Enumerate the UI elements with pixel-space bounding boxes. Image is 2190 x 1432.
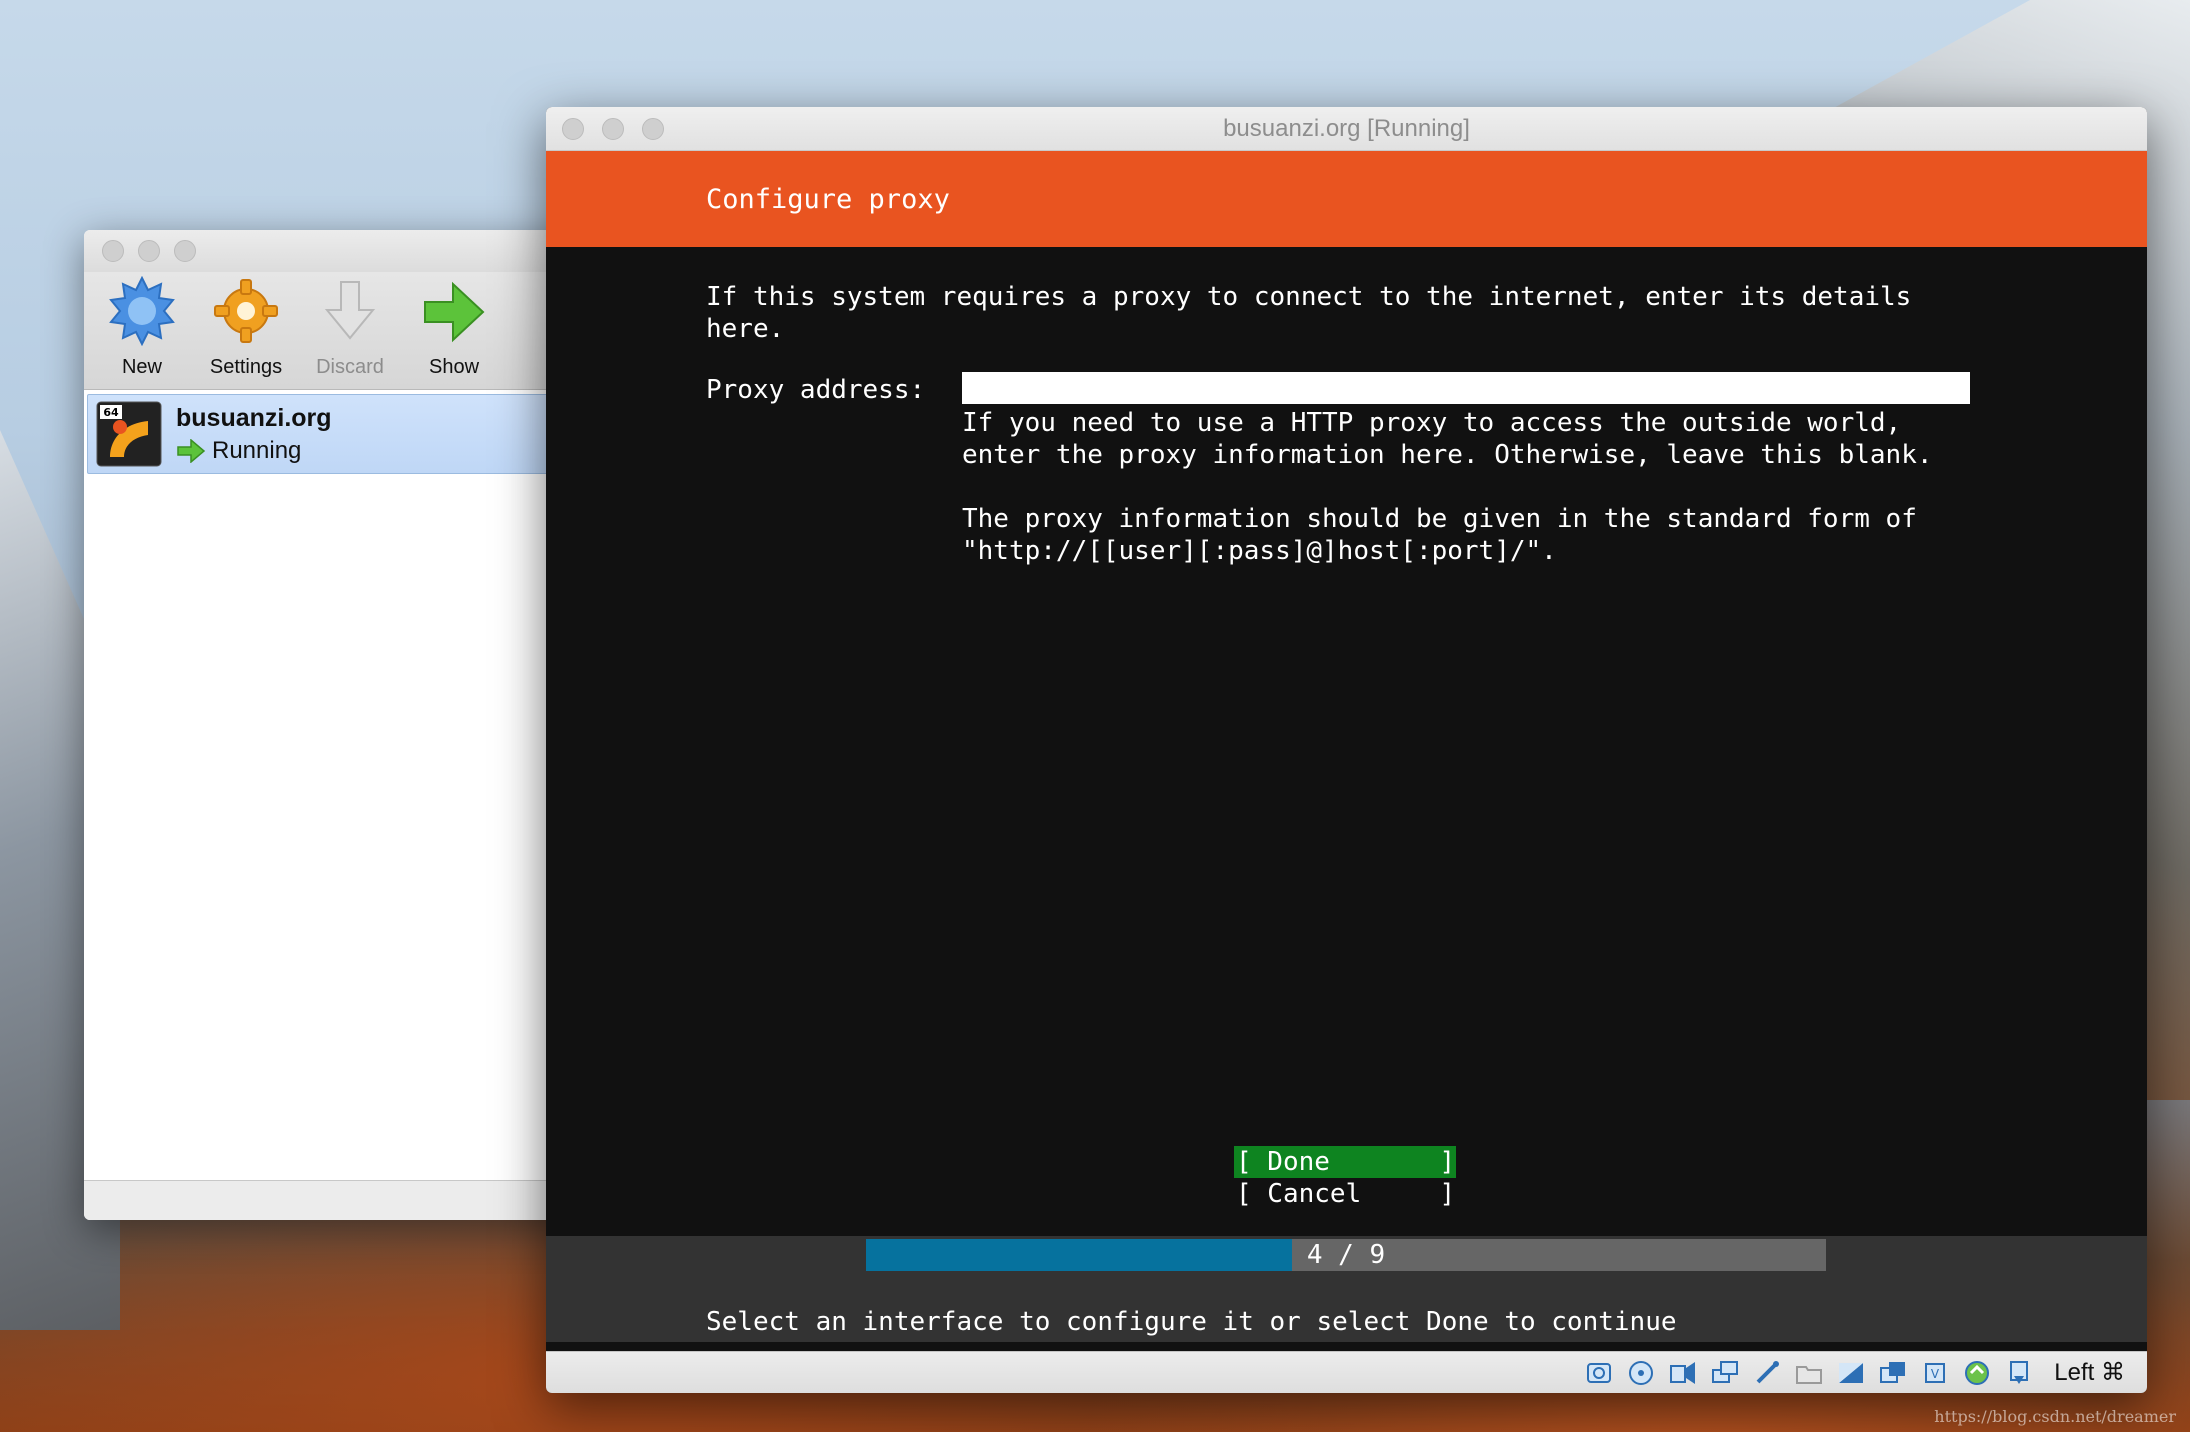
cpu-icon[interactable]: V <box>1920 1358 1950 1388</box>
manager-titlebar <box>84 230 604 272</box>
running-arrow-icon <box>177 438 206 463</box>
display-icon[interactable] <box>1836 1358 1866 1388</box>
installer-header: Configure proxy <box>546 151 2147 247</box>
manager-bottom-bar <box>84 1180 604 1220</box>
vm-name: busuanzi.org <box>176 403 332 432</box>
guest-additions-icon[interactable] <box>1962 1358 1992 1388</box>
cancel-button[interactable]: [ Cancel ] <box>1234 1178 1456 1210</box>
os-badge-text: 64 <box>103 406 119 419</box>
virtualbox-manager-window: New Settings Discard Show 64 busuanzi.or… <box>84 230 604 1220</box>
host-key-label: Left ⌘ <box>2054 1359 2125 1386</box>
discard-icon <box>324 281 376 340</box>
vm-list: 64 busuanzi.org Running <box>84 390 604 478</box>
vm-list-item[interactable]: 64 busuanzi.org Running <box>87 394 601 474</box>
show-icon <box>424 281 485 343</box>
network-icon[interactable] <box>1710 1358 1740 1388</box>
vm-status-bar: V Left ⌘ <box>546 1351 2147 1393</box>
new-icon <box>109 276 175 346</box>
settings-label: Settings <box>209 356 283 378</box>
video-capture-icon[interactable] <box>1878 1358 1908 1388</box>
vm-console-window: busuanzi.org [Running] Configure proxy I… <box>546 107 2147 1393</box>
footer-hint: Select an interface to configure it or s… <box>706 1307 1677 1337</box>
discard-button[interactable]: Discard <box>298 272 402 390</box>
proxy-address-input[interactable] <box>962 372 1970 404</box>
manager-toolbar: New Settings Discard Show <box>84 272 604 390</box>
settings-icon <box>214 279 278 343</box>
ubuntu-os-icon: 64 <box>96 401 162 467</box>
done-button[interactable]: [ Done ] <box>1234 1146 1456 1178</box>
hard-disk-icon[interactable] <box>1584 1358 1614 1388</box>
minimize-button[interactable] <box>138 240 160 262</box>
proxy-address-label: Proxy address: <box>706 375 926 405</box>
audio-icon[interactable] <box>1668 1358 1698 1388</box>
new-label: New <box>121 356 162 378</box>
discard-label: Discard <box>316 356 384 378</box>
settings-button[interactable]: Settings <box>194 272 298 390</box>
show-label: Show <box>428 356 480 378</box>
vm-titlebar: busuanzi.org [Running] <box>546 107 2147 151</box>
vm-screen[interactable]: Configure proxy If this system requires … <box>546 151 2147 1351</box>
shared-folder-icon[interactable] <box>1794 1358 1824 1388</box>
optical-disk-icon[interactable] <box>1626 1358 1656 1388</box>
svg-text:V: V <box>1931 1367 1940 1381</box>
close-button[interactable] <box>102 240 124 262</box>
show-button[interactable]: Show <box>402 272 506 390</box>
install-progress-bar: 4 / 9 <box>866 1239 1826 1271</box>
usb-icon[interactable] <box>1752 1358 1782 1388</box>
new-button[interactable]: New <box>90 272 194 390</box>
zoom-button[interactable] <box>174 240 196 262</box>
vm-status: Running <box>212 436 302 464</box>
installer-title: Configure proxy <box>706 183 950 215</box>
proxy-format-text: The proxy information should be given in… <box>962 504 1917 566</box>
proxy-help-text: If you need to use a HTTP proxy to acces… <box>962 408 1933 470</box>
progress-text: 4 / 9 <box>1306 1240 1386 1270</box>
vm-window-title: busuanzi.org [Running] <box>1223 114 1470 142</box>
intro-text: If this system requires a proxy to conne… <box>706 282 1912 344</box>
watermark: https://blog.csdn.net/dreamer <box>1934 1407 2176 1426</box>
mouse-integration-icon[interactable] <box>2004 1358 2034 1388</box>
